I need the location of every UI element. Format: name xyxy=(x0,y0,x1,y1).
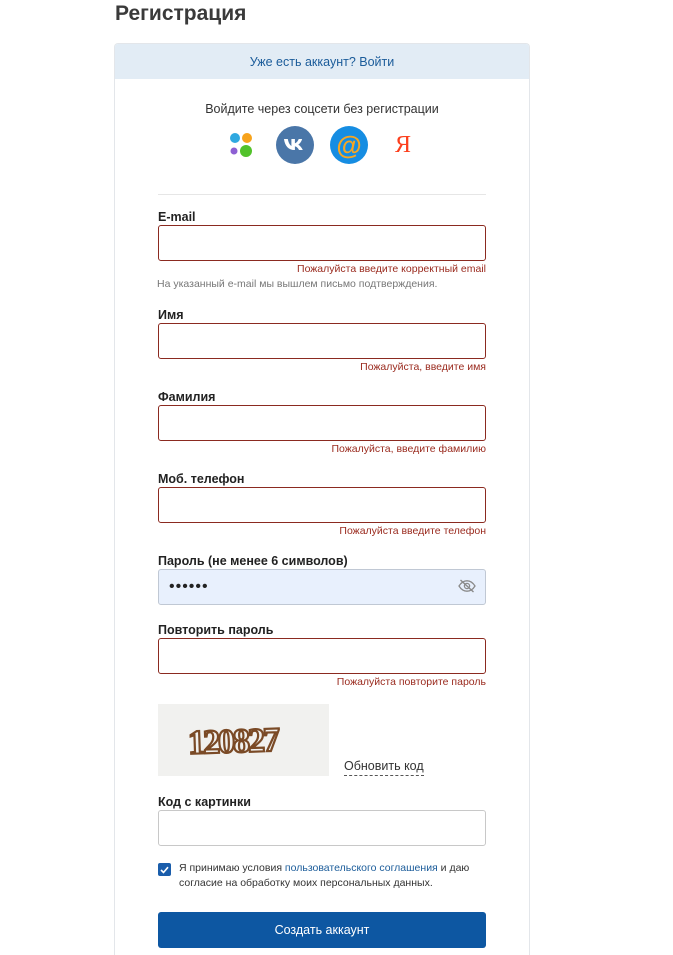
checkmark-icon xyxy=(160,866,169,874)
eye-slash-icon[interactable] xyxy=(458,579,476,598)
yandex-icon[interactable]: Я xyxy=(384,126,422,164)
password-group: Пароль (не менее 6 символов) xyxy=(158,553,486,605)
registration-card: Уже есть аккаунт? Войти Войдите через со… xyxy=(114,43,530,955)
password-repeat-label: Повторить пароль xyxy=(158,623,274,637)
captcha-code-text: 120827 xyxy=(187,722,280,762)
email-error: Пожалуйста введите корректный email xyxy=(297,263,486,275)
captcha-image: 120827 xyxy=(158,704,329,776)
multi-dot-icon[interactable] xyxy=(222,126,260,164)
email-hint: На указанный e-mail мы вышлем письмо под… xyxy=(157,278,438,290)
first-name-group: Имя Пожалуйста, введите имя xyxy=(158,307,486,374)
password-repeat-field[interactable] xyxy=(158,638,486,674)
last-name-field[interactable] xyxy=(158,405,486,441)
first-name-error: Пожалуйста, введите имя xyxy=(360,361,486,373)
vk-icon[interactable] xyxy=(276,126,314,164)
mail-at-icon[interactable]: @ xyxy=(330,126,368,164)
refresh-captcha-link[interactable]: Обновить код xyxy=(344,759,424,776)
captcha-group: Код с картинки xyxy=(158,794,486,846)
captcha-label: Код с картинки xyxy=(158,795,251,809)
agreement: Я принимаю условия пользовательского сог… xyxy=(158,861,498,891)
phone-field[interactable] xyxy=(158,487,486,523)
last-name-label: Фамилия xyxy=(158,390,216,404)
phone-group: Моб. телефон Пожалуйста введите телефон xyxy=(158,471,486,538)
agreement-text: Я принимаю условия пользовательского сог… xyxy=(179,861,498,891)
last-name-group: Фамилия Пожалуйста, введите фамилию xyxy=(158,389,486,456)
phone-error: Пожалуйста введите телефон xyxy=(339,525,486,537)
login-bar: Уже есть аккаунт? Войти xyxy=(115,44,529,79)
captcha-field[interactable] xyxy=(158,810,486,846)
email-group: E-mail Пожалуйста введите корректный ema… xyxy=(157,209,486,290)
email-field[interactable] xyxy=(158,225,486,261)
login-link[interactable]: Уже есть аккаунт? Войти xyxy=(250,55,394,69)
first-name-field[interactable] xyxy=(158,323,486,359)
page-title: Регистрация xyxy=(115,2,247,25)
social-login-buttons: @ Я xyxy=(115,126,529,164)
password-label: Пароль (не менее 6 символов) xyxy=(158,554,348,568)
phone-label: Моб. телефон xyxy=(158,472,245,486)
first-name-label: Имя xyxy=(158,308,184,322)
password-field[interactable] xyxy=(158,569,486,605)
agreement-checkbox[interactable] xyxy=(158,863,171,876)
password-repeat-group: Повторить пароль Пожалуйста повторите па… xyxy=(158,622,486,689)
email-label: E-mail xyxy=(158,210,196,224)
divider xyxy=(158,194,486,195)
social-login-caption: Войдите через соцсети без регистрации xyxy=(205,102,439,116)
last-name-error: Пожалуйста, введите фамилию xyxy=(331,443,486,455)
create-account-button[interactable]: Создать аккаунт xyxy=(158,912,486,948)
password-repeat-error: Пожалуйста повторите пароль xyxy=(336,676,486,688)
agreement-text-before: Я принимаю условия xyxy=(179,862,285,874)
user-agreement-link[interactable]: пользовательского соглашения xyxy=(285,862,438,874)
